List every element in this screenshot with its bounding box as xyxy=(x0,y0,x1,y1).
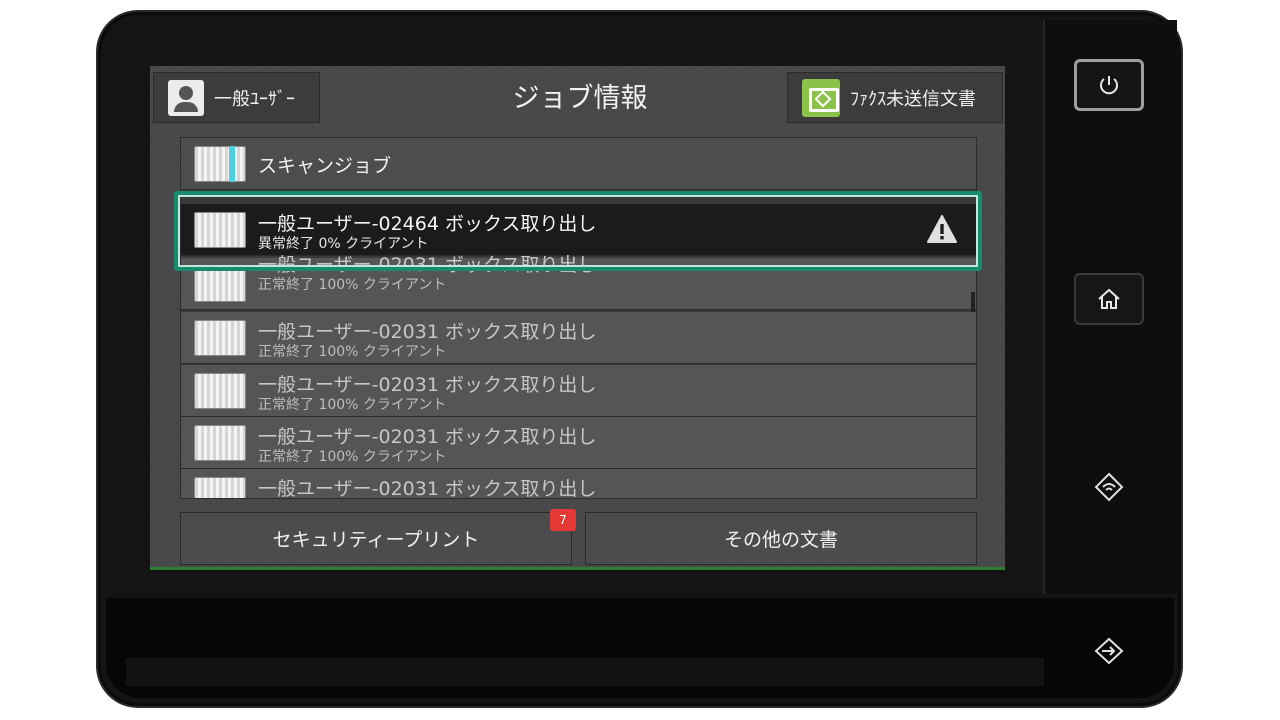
other-documents-label: その他の文書 xyxy=(723,529,838,551)
user-icon xyxy=(168,79,204,116)
user-button[interactable]: 一般ﾕｰｻﾞｰ xyxy=(153,72,320,123)
list-item[interactable]: 一般ユーザー-02031 ボックス取り出し 正常終了 100% クライアント xyxy=(181,417,976,469)
job-status: 正常終了 100% クライアント xyxy=(258,397,447,413)
power-button[interactable] xyxy=(1074,59,1144,111)
list-item[interactable]: 一般ユーザー-02031 ボックス取り出し 正常終了 100% クライアント xyxy=(181,312,976,364)
document-icon xyxy=(194,477,246,498)
job-status: 正常終了 100% クライアント xyxy=(258,277,447,293)
list-item[interactable]: 一般ユーザー-02031 ボックス取り出し xyxy=(181,469,976,499)
home-icon xyxy=(1098,288,1120,309)
job-status: 正常終了 100% クライアント xyxy=(258,449,447,465)
list-item-scan-job[interactable]: スキャンジョブ xyxy=(181,138,976,190)
page-title: ジョブ情報 xyxy=(512,83,648,114)
login-icon[interactable] xyxy=(1092,636,1126,666)
job-title: 一般ユーザー-02031 ボックス取り出し xyxy=(258,478,597,499)
document-icon xyxy=(194,373,246,409)
security-print-label: セキュリティープリント xyxy=(272,529,480,551)
list-item[interactable]: 一般ユーザー-02031 ボックス取り出し 正常終了 100% クライアント xyxy=(181,365,976,417)
fax-icon xyxy=(802,78,840,117)
selection-highlight xyxy=(174,191,982,271)
security-print-button[interactable]: セキュリティープリント xyxy=(180,512,572,565)
nfc-icon[interactable] xyxy=(1092,470,1126,504)
job-status: 正常終了 100% クライアント xyxy=(258,344,447,360)
other-documents-button[interactable]: その他の文書 xyxy=(585,512,977,565)
document-icon xyxy=(194,320,246,356)
scan-document-icon xyxy=(194,146,246,182)
document-icon xyxy=(194,266,246,302)
scrollbar-thumb[interactable] xyxy=(971,292,975,312)
security-print-badge: 7 xyxy=(550,509,576,531)
document-icon xyxy=(194,425,246,461)
home-button[interactable] xyxy=(1074,273,1144,325)
job-title: 一般ユーザー-02031 ボックス取り出し xyxy=(258,321,597,343)
fax-unsent-button[interactable]: ﾌｧｸｽ未送信文書 xyxy=(787,72,1003,123)
job-title: 一般ユーザー-02031 ボックス取り出し xyxy=(258,374,597,396)
power-icon xyxy=(1100,76,1118,95)
user-label: 一般ﾕｰｻﾞｰ xyxy=(214,88,295,110)
bottom-strip xyxy=(126,658,1044,686)
fax-label: ﾌｧｸｽ未送信文書 xyxy=(850,88,976,110)
job-title: スキャンジョブ xyxy=(258,155,392,177)
job-title: 一般ユーザー-02031 ボックス取り出し xyxy=(258,426,597,448)
